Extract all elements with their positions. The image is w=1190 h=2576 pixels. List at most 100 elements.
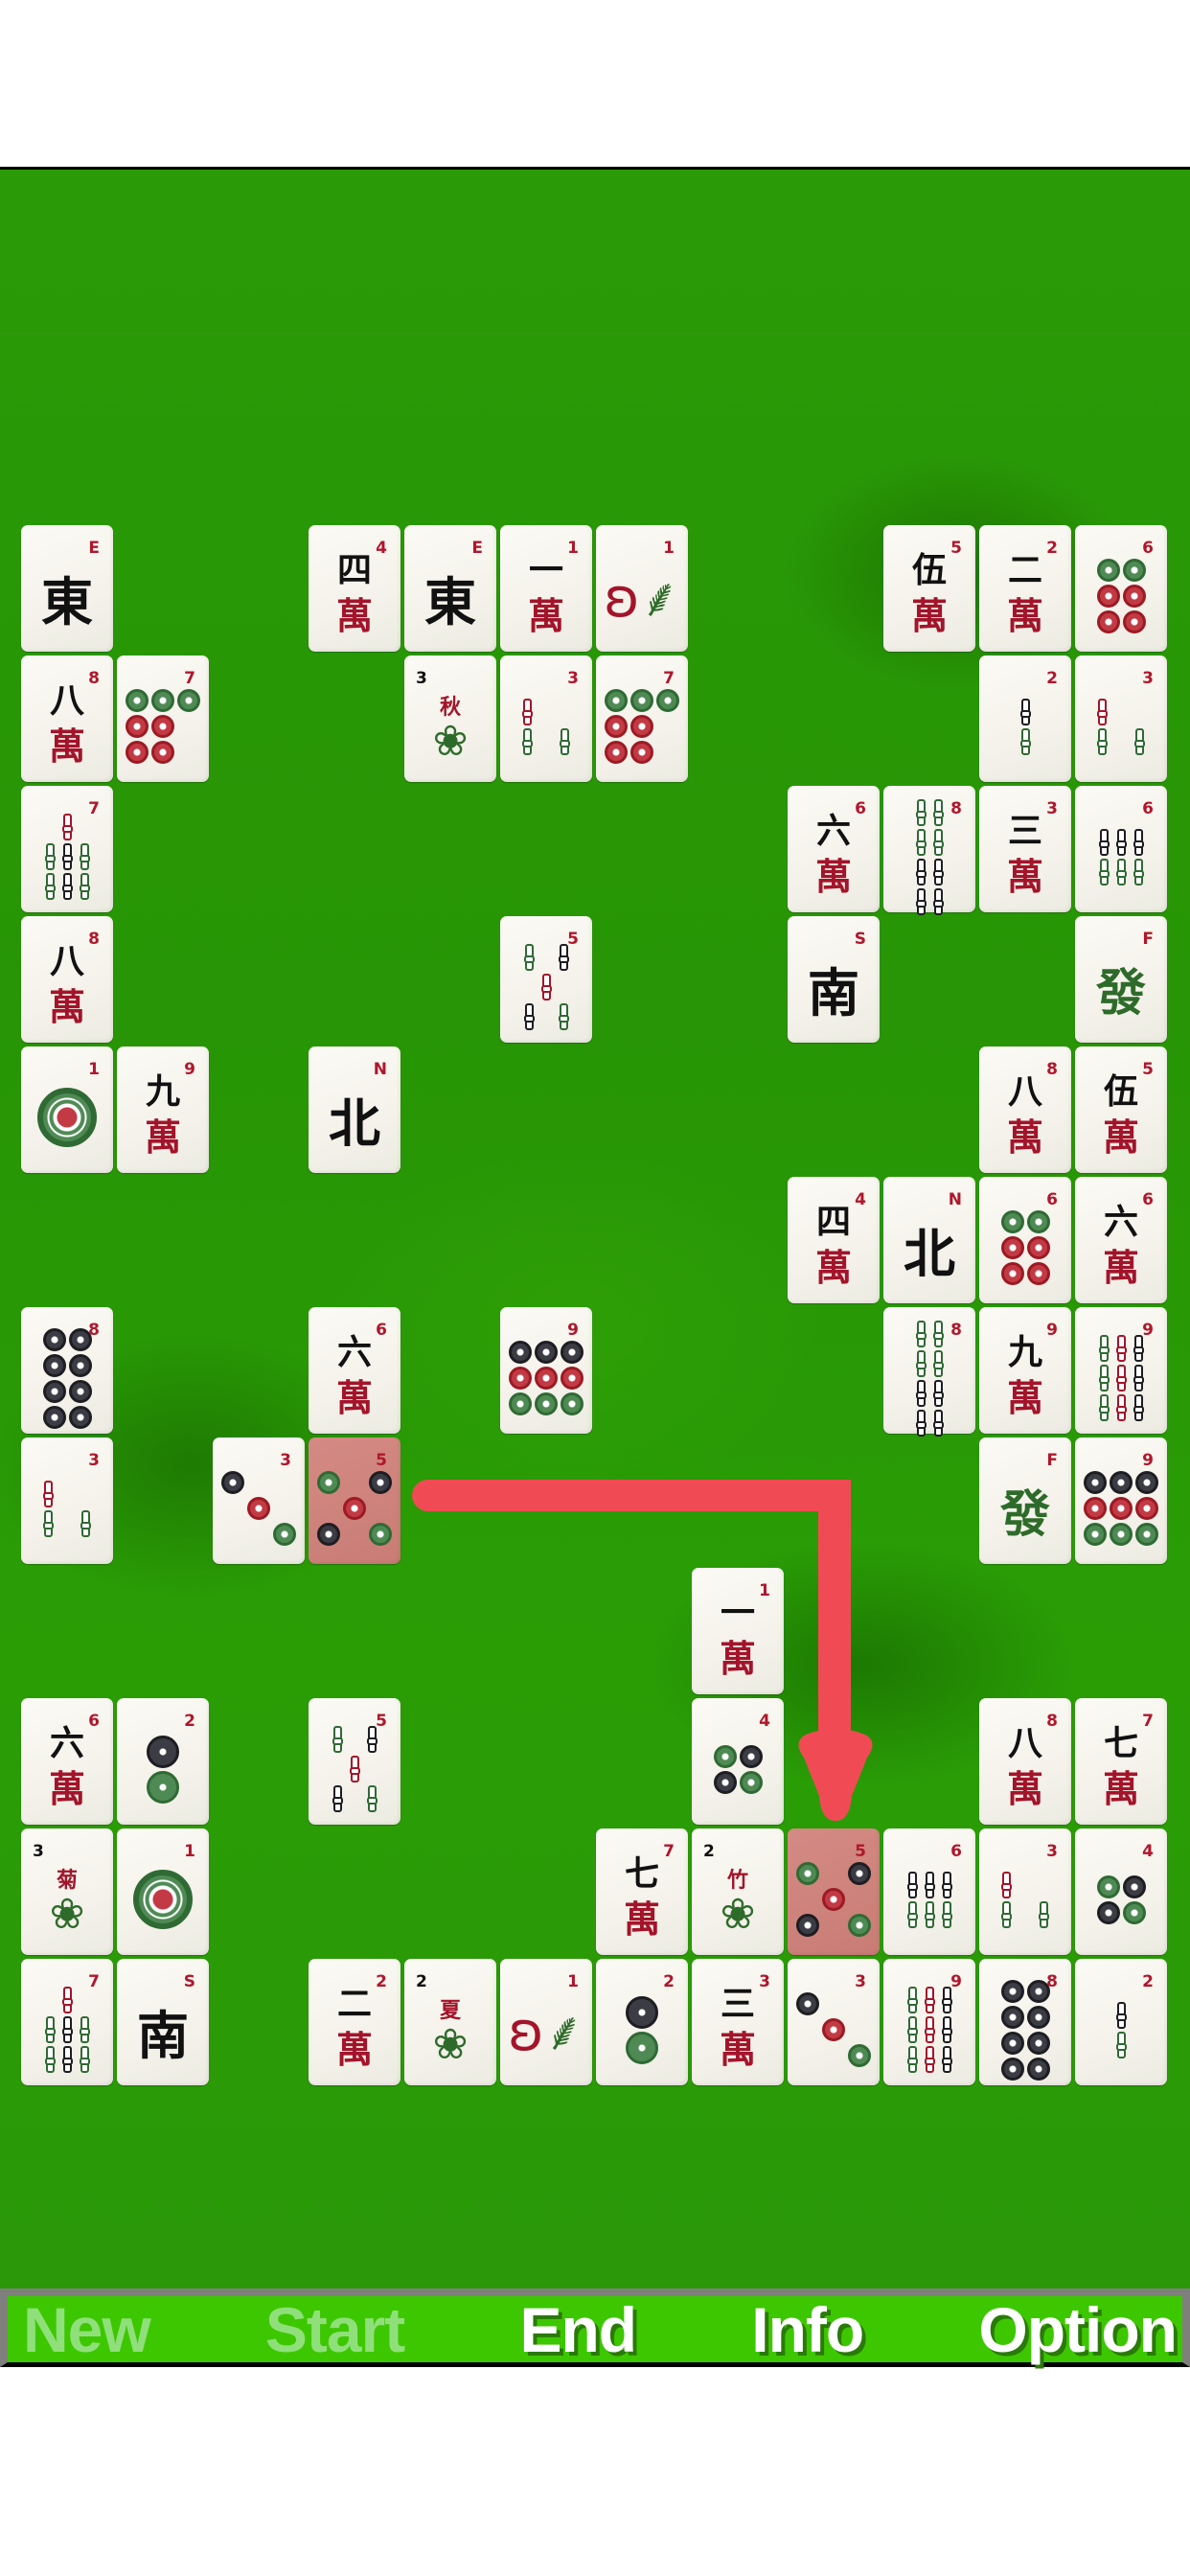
mahjong-tile-dots-4[interactable]: 4 bbox=[692, 1698, 784, 1825]
tile-index-label: 1 bbox=[567, 539, 579, 558]
mahjong-tile-bamboo-7[interactable]: 7 bbox=[21, 786, 113, 912]
dots-glyph bbox=[117, 1723, 209, 1815]
mahjong-tile-character-8[interactable]: 八萬8 bbox=[21, 916, 113, 1043]
mahjong-tile-character-9[interactable]: 九萬9 bbox=[117, 1046, 209, 1173]
tile-index-label: 2 bbox=[703, 1842, 715, 1861]
stick-spacer bbox=[542, 1003, 551, 1030]
mahjong-tile-dots-7[interactable]: 7 bbox=[117, 656, 209, 782]
mahjong-tile-wind-south[interactable]: 南S bbox=[117, 1959, 209, 2085]
option-button[interactable]: Option bbox=[978, 2298, 1178, 2361]
mahjong-tile-dots-3[interactable]: 3 bbox=[788, 1959, 880, 2085]
mahjong-tile-character-3[interactable]: 三萬3 bbox=[692, 1959, 784, 2085]
tile-index-label: 3 bbox=[33, 1842, 44, 1861]
mahjong-tile-flower-autumn[interactable]: 秋 ❀ 3 bbox=[404, 656, 496, 782]
mahjong-tile-wind-north[interactable]: 北N bbox=[309, 1046, 400, 1173]
new-button[interactable]: New bbox=[23, 2298, 151, 2361]
mahjong-tile-bamboo-3[interactable]: 3 bbox=[979, 1828, 1071, 1955]
mahjong-tile-character-3[interactable]: 三萬3 bbox=[979, 786, 1071, 912]
mahjong-tile-bamboo-8[interactable]: 8 bbox=[883, 1307, 975, 1437]
bamboo-glyph bbox=[979, 1853, 1071, 1945]
mahjong-tile-wind-south[interactable]: 南S bbox=[788, 916, 880, 1043]
bamboo-stick bbox=[915, 887, 927, 915]
mahjong-tile-bamboo-9[interactable]: 9 bbox=[883, 1959, 975, 2085]
dot-pip bbox=[1110, 1523, 1133, 1546]
pip-spacer bbox=[796, 1888, 819, 1911]
mahjong-tile-wind-east[interactable]: 東E bbox=[404, 525, 496, 652]
pip-spacer bbox=[796, 2018, 819, 2041]
mahjong-tile-character-2[interactable]: 二萬2 bbox=[309, 1959, 400, 2085]
mahjong-tile-bamboo-8[interactable]: 8 bbox=[883, 786, 975, 915]
mahjong-tile-dots-2[interactable]: 2 bbox=[596, 1959, 688, 2085]
mahjong-tile-character-7[interactable]: 七萬7 bbox=[596, 1828, 688, 1955]
mahjong-tile-character-4[interactable]: 四萬4 bbox=[788, 1177, 880, 1303]
mahjong-tile-flower-summer[interactable]: 夏 ❀ 2 bbox=[404, 1959, 496, 2085]
start-button[interactable]: Start bbox=[265, 2298, 405, 2361]
mahjong-tile-bamboo-6[interactable]: 6 bbox=[883, 1828, 975, 1955]
mahjong-tile-flower-bamboo[interactable]: 竹 ❀ 2 bbox=[692, 1828, 784, 1955]
mahjong-tile-bamboo-7[interactable]: 7 bbox=[21, 1959, 113, 2085]
tile-index-label: 5 bbox=[567, 930, 579, 949]
tile-index-label: N bbox=[948, 1190, 962, 1209]
mahjong-tile-bamboo-6[interactable]: 6 bbox=[1075, 786, 1167, 912]
mahjong-tile-character-6[interactable]: 六萬6 bbox=[309, 1307, 400, 1434]
dot-pip bbox=[1026, 1210, 1050, 1233]
end-button[interactable]: End bbox=[519, 2298, 637, 2361]
mahjong-tile-character-8[interactable]: 八萬8 bbox=[21, 656, 113, 782]
mahjong-tile-character-6[interactable]: 六萬6 bbox=[21, 1698, 113, 1825]
mahjong-tile-character-6[interactable]: 六萬6 bbox=[1075, 1177, 1167, 1303]
mahjong-tile-dots-9[interactable]: 9 bbox=[1075, 1438, 1167, 1564]
mahjong-tile-dots-5[interactable]: 5 bbox=[788, 1828, 880, 1955]
tile-index-label: 1 bbox=[663, 539, 675, 558]
mahjong-tile-character-5[interactable]: 伍萬5 bbox=[1075, 1046, 1167, 1173]
mahjong-tile-character-8[interactable]: 八萬8 bbox=[979, 1046, 1071, 1173]
dot-pip bbox=[848, 2044, 871, 2067]
mahjong-tile-dots-8[interactable]: 8 bbox=[979, 1959, 1071, 2085]
tile-index-label: 8 bbox=[88, 669, 100, 688]
mahjong-tile-character-1[interactable]: 一萬1 bbox=[500, 525, 592, 652]
mahjong-tile-bamboo-5[interactable]: 5 bbox=[500, 916, 592, 1043]
mahjong-tile-bamboo-1[interactable]: ʚ⸙ 1 bbox=[500, 1959, 592, 2085]
mahjong-tile-bamboo-3[interactable]: 3 bbox=[500, 656, 592, 782]
info-button[interactable]: Info bbox=[751, 2298, 864, 2361]
dot-pip bbox=[796, 1992, 819, 2015]
mahjong-tile-dots-4[interactable]: 4 bbox=[1075, 1828, 1167, 1955]
mahjong-tile-bamboo-9[interactable]: 9 bbox=[1075, 1307, 1167, 1434]
mahjong-tile-bamboo-3[interactable]: 3 bbox=[1075, 656, 1167, 782]
mahjong-tile-bamboo-3[interactable]: 3 bbox=[21, 1438, 113, 1564]
stick-spacer bbox=[81, 1481, 90, 1507]
mahjong-tile-dots-6[interactable]: 6 bbox=[979, 1177, 1071, 1303]
mahjong-tile-character-7[interactable]: 七萬7 bbox=[1075, 1698, 1167, 1825]
mahjong-tile-character-6[interactable]: 六萬6 bbox=[788, 786, 880, 912]
mahjong-tile-bamboo-2[interactable]: 2 bbox=[979, 656, 1071, 782]
mahjong-tile-character-2[interactable]: 二萬2 bbox=[979, 525, 1071, 652]
tile-index-label: 7 bbox=[1142, 1712, 1154, 1731]
mahjong-tile-dragon-green[interactable]: 發F bbox=[1075, 916, 1167, 1043]
tile-wan-char: 萬 bbox=[144, 1116, 181, 1159]
mahjong-tile-flower-chrysanthemum[interactable]: 菊 ❀ 3 bbox=[21, 1828, 113, 1955]
mahjong-tile-dots-7[interactable]: 7 bbox=[596, 656, 688, 782]
mahjong-tile-dots-6[interactable]: 6 bbox=[1075, 525, 1167, 652]
mahjong-tile-bamboo-5[interactable]: 5 bbox=[309, 1698, 400, 1825]
tile-wan-char: 萬 bbox=[910, 594, 948, 637]
mahjong-tile-character-4[interactable]: 四萬4 bbox=[309, 525, 400, 652]
mahjong-tile-dots-1[interactable]: 1 bbox=[117, 1828, 209, 1955]
mahjong-tile-dots-2[interactable]: 2 bbox=[117, 1698, 209, 1825]
mahjong-tile-character-5[interactable]: 伍萬5 bbox=[883, 525, 975, 652]
mahjong-tile-wind-east[interactable]: 東E bbox=[21, 525, 113, 652]
bamboo-stick bbox=[915, 798, 927, 826]
mahjong-tile-dots-8[interactable]: 8 bbox=[21, 1307, 113, 1434]
mahjong-tile-character-8[interactable]: 八萬8 bbox=[979, 1698, 1071, 1825]
mahjong-tile-wind-north[interactable]: 北N bbox=[883, 1177, 975, 1303]
mahjong-tile-dots-5[interactable]: 5 bbox=[309, 1438, 400, 1564]
mahjong-tile-dots-1[interactable]: 1 bbox=[21, 1046, 113, 1173]
mahjong-tile-character-9[interactable]: 九萬9 bbox=[979, 1307, 1071, 1434]
mahjong-tile-bamboo-2[interactable]: 2 bbox=[1075, 1959, 1167, 2085]
mahjong-tile-bamboo-1[interactable]: ʚ⸙ 1 bbox=[596, 525, 688, 652]
mahjong-tile-dragon-green[interactable]: 發F bbox=[979, 1438, 1071, 1564]
pip-spacer bbox=[656, 715, 679, 738]
dot-pip bbox=[509, 1341, 532, 1364]
mahjong-tile-dots-3[interactable]: 3 bbox=[213, 1438, 305, 1564]
mahjong-tile-dots-9[interactable]: 9 bbox=[500, 1307, 592, 1434]
mahjong-tile-character-1[interactable]: 一萬1 bbox=[692, 1568, 784, 1694]
pip-spacer bbox=[317, 1497, 340, 1520]
